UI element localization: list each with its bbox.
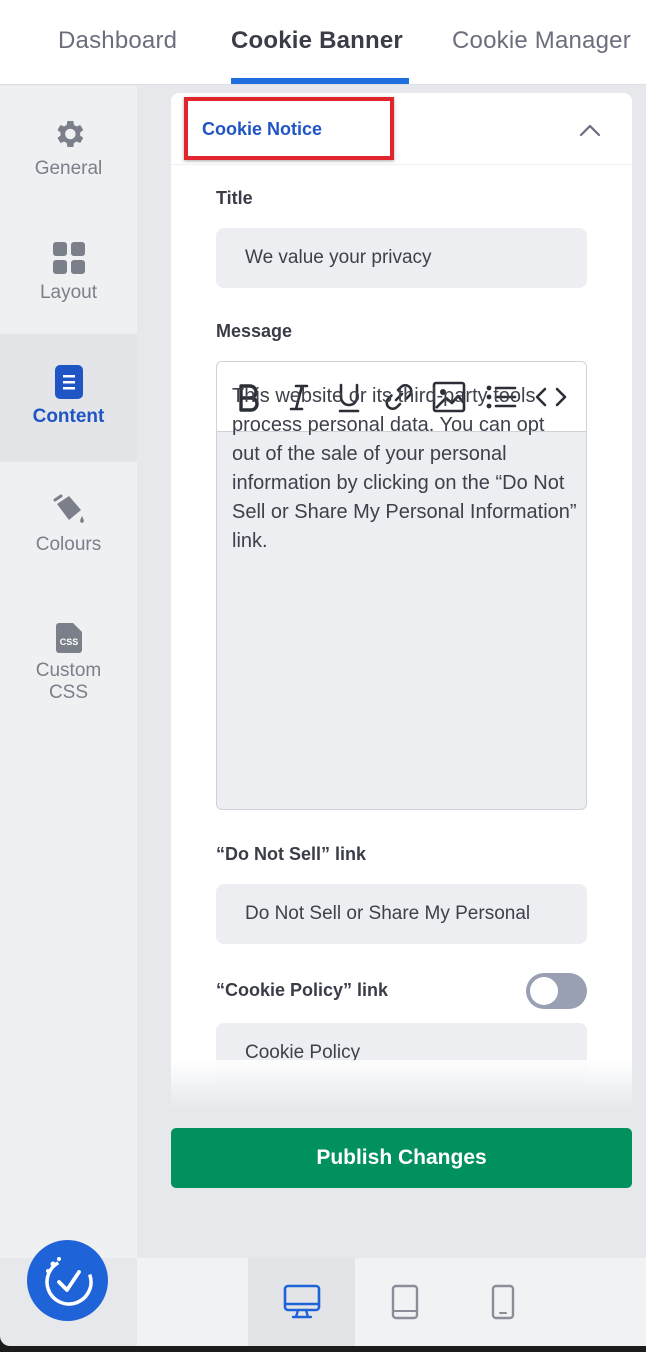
do-not-sell-input[interactable]: Do Not Sell or Share My Personal — [216, 884, 587, 944]
device-preview-bar — [137, 1258, 646, 1346]
sidebar-item-custom-css[interactable]: CSS Custom CSS — [0, 622, 137, 708]
chevron-up-icon[interactable] — [579, 123, 601, 137]
panel-header[interactable]: Cookie Notice — [171, 93, 632, 165]
consent-checkmark-icon — [45, 1257, 93, 1306]
sidebar-item-label: Custom CSS — [35, 660, 102, 703]
top-tab-bar: Dashboard Cookie Banner Cookie Manager — [0, 0, 646, 85]
tab-dashboard[interactable]: Dashboard — [58, 27, 177, 55]
message-field-label: Message — [216, 321, 293, 341]
title-field-label: Title — [216, 188, 253, 208]
sidebar-item-label: Content — [32, 406, 105, 427]
sidebar-item-label: Layout — [39, 282, 98, 303]
cookie-policy-label: “Cookie Policy” link — [216, 980, 389, 1000]
tab-cookie-manager[interactable]: Cookie Manager — [452, 27, 631, 55]
title-input[interactable]: We value your privacy — [216, 228, 587, 288]
active-tab-indicator — [231, 78, 409, 84]
grid-icon — [52, 242, 85, 274]
mobile-icon — [491, 1284, 515, 1320]
desktop-preview-button[interactable] — [248, 1258, 355, 1346]
sidebar: General Layout Content Colours CSS Custo… — [0, 86, 137, 1258]
scroll-fade — [171, 1060, 632, 1110]
highlight-annotation — [184, 97, 394, 160]
sidebar-item-content[interactable]: Content — [0, 334, 137, 462]
do-not-sell-label: “Do Not Sell” link — [216, 844, 367, 864]
cookie-notice-panel: Cookie Notice Title We value your privac… — [171, 93, 632, 1083]
sidebar-item-label: Colours — [35, 534, 102, 555]
consent-badge-button[interactable] — [27, 1240, 108, 1321]
tab-cookie-banner[interactable]: Cookie Banner — [231, 27, 403, 55]
tablet-icon — [391, 1284, 419, 1320]
paint-bucket-icon — [53, 494, 84, 523]
mobile-preview-button[interactable] — [450, 1258, 557, 1346]
tablet-preview-button[interactable] — [352, 1258, 459, 1346]
toggle-knob — [530, 977, 558, 1005]
sidebar-item-layout[interactable]: Layout — [0, 240, 137, 310]
gear-icon — [56, 120, 83, 148]
cookie-policy-toggle[interactable] — [526, 973, 587, 1009]
message-editor: This website or its third-party tools pr… — [216, 361, 587, 810]
svg-text:CSS: CSS — [59, 637, 78, 647]
sidebar-item-general[interactable]: General — [0, 116, 137, 186]
sidebar-item-label: General — [34, 158, 103, 179]
css-file-icon: CSS — [55, 623, 82, 653]
desktop-icon — [283, 1284, 321, 1319]
document-icon — [54, 365, 83, 399]
publish-changes-button[interactable]: Publish Changes — [171, 1128, 632, 1188]
sidebar-item-colours[interactable]: Colours — [0, 492, 137, 562]
message-textarea[interactable]: This website or its third-party tools pr… — [232, 382, 577, 556]
app-window: Dashboard Cookie Banner Cookie Manager G… — [0, 0, 646, 1346]
